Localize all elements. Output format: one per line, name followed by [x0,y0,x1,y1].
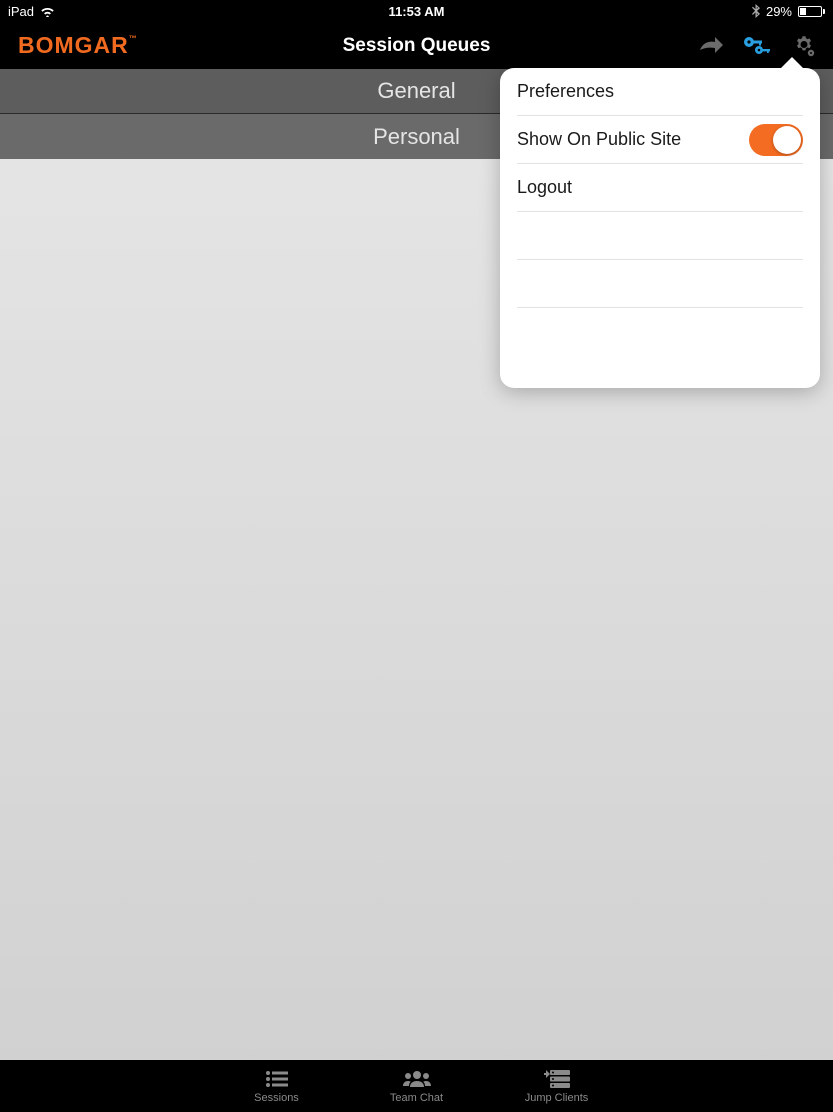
show-public-toggle[interactable] [749,124,803,156]
toggle-knob [773,126,801,154]
tab-label: Team Chat [390,1092,443,1104]
app-logo: BOMGAR™ [0,32,138,59]
menu-label: Logout [517,177,572,198]
menu-item-empty [517,308,803,356]
queue-label: General [377,78,455,104]
menu-item-empty [517,212,803,260]
nav-bar: BOMGAR™ Session Queues [0,22,833,69]
menu-item-logout[interactable]: Logout [517,164,803,212]
device-label: iPad [8,4,34,19]
wifi-icon [40,6,55,17]
tab-bar: Sessions Team Chat Jump Clients [0,1060,833,1112]
settings-popover: Preferences Show On Public Site Logout [500,68,820,388]
queue-label: Personal [373,124,460,150]
bluetooth-icon [752,4,760,18]
menu-label: Show On Public Site [517,129,681,150]
share-arrow-icon[interactable] [697,32,725,60]
battery-icon [798,6,825,17]
status-bar: iPad 11:53 AM 29% [0,0,833,22]
server-icon [544,1068,570,1090]
menu-item-preferences[interactable]: Preferences [517,68,803,116]
page-title: Session Queues [343,35,491,57]
tab-team-chat[interactable]: Team Chat [367,1068,467,1104]
battery-percent: 29% [766,4,792,19]
tab-label: Sessions [254,1092,299,1104]
nav-actions [697,32,833,60]
tab-sessions[interactable]: Sessions [227,1068,327,1104]
tab-jump-clients[interactable]: Jump Clients [507,1068,607,1104]
menu-label: Preferences [517,81,614,102]
screen: iPad 11:53 AM 29% BOMGAR™ Session Queues [0,0,833,1112]
menu-item-empty [517,260,803,308]
key-icon[interactable] [743,32,771,60]
tab-label: Jump Clients [525,1092,589,1104]
status-left: iPad [8,4,55,19]
status-right: 29% [752,4,825,19]
list-icon [265,1068,289,1090]
settings-gear-icon[interactable] [789,32,817,60]
people-icon [403,1068,431,1090]
status-time: 11:53 AM [389,4,445,19]
menu-item-show-public[interactable]: Show On Public Site [517,116,803,164]
